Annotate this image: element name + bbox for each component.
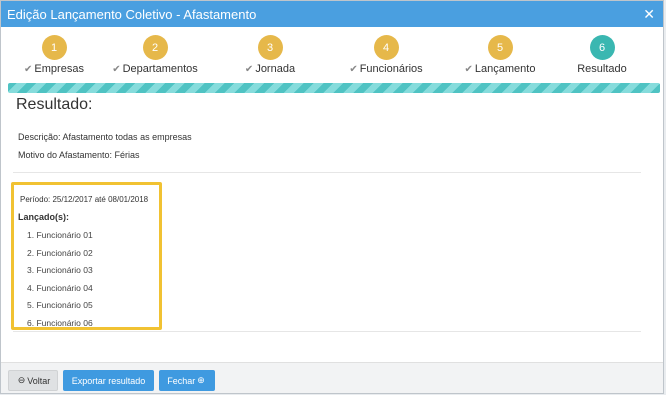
export-button-label: Exportar resultado	[71, 375, 146, 386]
check-icon: ✔	[112, 64, 121, 75]
period-text: Período: 25/12/2017 até 08/01/2018	[20, 195, 149, 204]
list-item: 2. Funcionário 02	[27, 247, 93, 258]
wizard-dialog: Edição Lançamento Coletivo - Afastamento…	[0, 0, 664, 394]
divider	[13, 331, 641, 332]
list-item: 5. Funcionário 05	[27, 300, 93, 310]
dialog-title: Edição Lançamento Coletivo - Afastamento	[7, 6, 257, 22]
step-label: Funcionários	[359, 63, 423, 75]
check-icon: ✔	[244, 64, 254, 75]
list-item: 4. Funcionário 04	[27, 282, 93, 293]
description-text: Descrição: Afastamento todas as empresas	[18, 132, 192, 142]
wizard-progress-bar	[8, 83, 660, 93]
close-button[interactable]: Fechar ⊕	[159, 370, 215, 391]
employee-list: 1. Funcionário 01 2. Funcionário 02 3. F…	[27, 230, 93, 335]
close-button-label: Fechar	[167, 375, 196, 386]
step-number-badge: 6	[589, 35, 615, 60]
step-funcionarios[interactable]: 4 ✔ Funcionários	[331, 35, 441, 75]
dialog-titlebar: Edição Lançamento Coletivo - Afastamento…	[1, 1, 663, 27]
divider	[13, 172, 641, 173]
back-button[interactable]: ⊖ Voltar	[8, 370, 58, 391]
arrow-right-circle-icon: ⊕	[197, 375, 205, 385]
step-empresas[interactable]: 1 ✔ Empresas	[1, 35, 109, 75]
check-icon: ✔	[24, 64, 33, 75]
step-label: Lançamento	[474, 63, 536, 75]
step-label: Departamentos	[122, 63, 198, 75]
step-resultado[interactable]: 6 Resultado	[547, 35, 657, 75]
dialog-footer: ⊖ Voltar Exportar resultado Fechar ⊕	[1, 362, 663, 393]
step-label: Jornada	[255, 63, 296, 75]
step-number-badge: 2	[142, 35, 168, 60]
result-heading: Resultado:	[16, 96, 93, 113]
step-label: Empresas	[34, 63, 84, 75]
wizard-steps: 1 ✔ Empresas 2 ✔ Departamentos 3 ✔ Jornada …	[1, 27, 663, 79]
reason-text: Motivo do Afastamento: Férias	[18, 150, 140, 160]
step-number-badge: 4	[373, 35, 399, 60]
step-number-badge: 5	[487, 35, 513, 60]
list-item: 6. Funcionário 06	[27, 317, 93, 328]
step-jornada[interactable]: 3 ✔ Jornada	[215, 35, 325, 75]
step-lancamento[interactable]: 5 ✔ Lançamento	[445, 35, 555, 75]
step-number-badge: 1	[41, 35, 67, 60]
check-icon: ✔	[349, 64, 358, 75]
close-icon[interactable]: ✕	[643, 7, 655, 21]
step-number-badge: 3	[257, 35, 283, 60]
check-icon: ✔	[464, 64, 473, 75]
list-item: 1. Funcionário 01	[27, 230, 93, 240]
launched-label: Lançado(s):	[18, 212, 70, 222]
arrow-left-circle-icon: ⊖	[17, 375, 26, 385]
result-highlight-box: Período: 25/12/2017 até 08/01/2018 Lança…	[11, 182, 162, 330]
back-button-label: Voltar	[27, 375, 51, 386]
step-label: Resultado	[577, 63, 627, 75]
list-item: 3. Funcionário 03	[27, 265, 93, 275]
export-result-button[interactable]: Exportar resultado	[63, 370, 154, 391]
step-departamentos[interactable]: 2 ✔ Departamentos	[100, 35, 210, 75]
